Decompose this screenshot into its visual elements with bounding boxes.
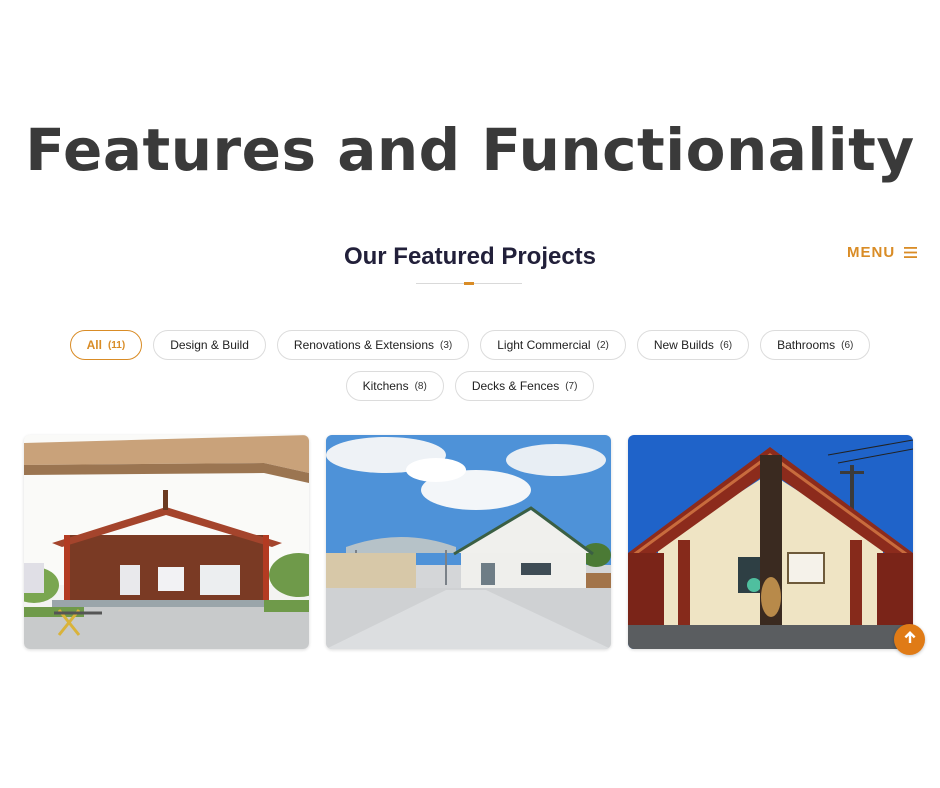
filter-new-builds[interactable]: New Builds (6): [636, 330, 750, 360]
project-gallery: [24, 435, 913, 649]
filter-label: Design & Build: [170, 338, 249, 352]
arrow-up-icon: [903, 630, 917, 649]
filter-label: Light Commercial: [497, 338, 591, 352]
filter-label: New Builds: [653, 338, 714, 352]
project-filters-row-2: Kitchens (8) Decks & Fences (7): [0, 371, 940, 401]
filter-bathrooms[interactable]: Bathrooms (6): [760, 330, 871, 360]
menu-button[interactable]: MENU: [847, 244, 918, 261]
filter-design-build[interactable]: Design & Build: [153, 330, 266, 360]
project-filters-row-1: All (11) Design & Build Renovations & Ex…: [0, 330, 940, 360]
project-image: [24, 435, 309, 649]
page-headline: Features and Functionality: [25, 116, 915, 184]
filter-kitchens[interactable]: Kitchens (8): [345, 371, 444, 401]
hamburger-icon: [904, 247, 918, 258]
filter-label: Decks & Fences: [471, 379, 560, 393]
filter-label: Renovations & Extensions: [293, 338, 434, 352]
filter-count: (3): [440, 339, 453, 351]
filter-light-commercial[interactable]: Light Commercial (2): [480, 330, 626, 360]
filter-count: (8): [414, 380, 427, 392]
filter-renovations-extensions[interactable]: Renovations & Extensions (3): [276, 330, 470, 360]
filter-decks-fences[interactable]: Decks & Fences (7): [454, 371, 595, 401]
title-divider-accent: [464, 282, 474, 285]
filter-all[interactable]: All (11): [69, 330, 143, 360]
filter-count: (6): [719, 339, 733, 351]
filter-label: Bathrooms: [777, 338, 836, 352]
menu-label: MENU: [847, 244, 896, 261]
filter-label: All: [86, 338, 102, 352]
project-image: [628, 435, 913, 649]
filter-count: (2): [596, 339, 609, 351]
scroll-to-top-button[interactable]: [894, 624, 925, 655]
project-image: [326, 435, 611, 649]
filter-label: Kitchens: [362, 379, 409, 393]
filter-count: (11): [107, 339, 126, 351]
project-card-3[interactable]: [628, 435, 913, 649]
filter-count: (6): [841, 339, 854, 351]
section-title: Our Featured Projects: [343, 243, 597, 270]
filter-count: (7): [565, 380, 578, 392]
project-card-2[interactable]: [326, 435, 611, 649]
project-card-1[interactable]: [24, 435, 309, 649]
